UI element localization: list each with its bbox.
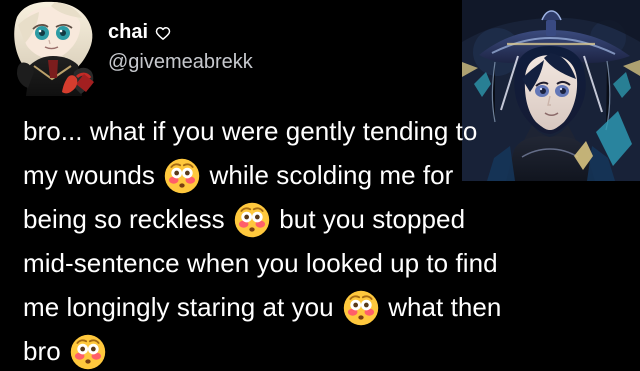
tweet-screenshot: chai @givemeabrekk bro... what if you we… xyxy=(0,0,640,371)
avatar[interactable] xyxy=(10,0,96,110)
heart-outline-icon xyxy=(154,24,172,42)
tweet-text: bro... what if you were gently tending t… xyxy=(23,109,629,371)
author-name-row: chai xyxy=(108,19,172,45)
tweet-text-segment: what then xyxy=(388,292,502,322)
display-name[interactable]: chai xyxy=(108,19,148,45)
tweet-line-4: mid-sentence when you looked up to find xyxy=(23,241,629,285)
avatar-illustration xyxy=(10,0,96,110)
tweet-text-segment: my wounds xyxy=(23,160,155,190)
username[interactable]: @givemeabrekk xyxy=(108,49,253,75)
flushed-face-emoji xyxy=(342,289,380,327)
tweet-text-segment: while scolding me for xyxy=(209,160,454,190)
tweet-line-2: my wounds while scolding me for xyxy=(23,153,629,197)
tweet-text-segment: bro xyxy=(23,336,61,366)
tweet-text-segment: bro... what if you were gently tending t… xyxy=(23,116,478,146)
tweet-text-segment: mid-sentence when you looked up to find xyxy=(23,248,498,278)
tweet-text-segment: but you stopped xyxy=(279,204,466,234)
tweet-line-3: being so reckless but you stopped xyxy=(23,197,629,241)
flushed-face-emoji xyxy=(233,201,271,239)
tweet-line-6: bro xyxy=(23,329,629,371)
tweet-line-5: me longingly staring at you what then xyxy=(23,285,629,329)
flushed-face-emoji xyxy=(69,333,107,371)
flushed-face-emoji xyxy=(163,157,201,195)
tweet-text-segment: me longingly staring at you xyxy=(23,292,334,322)
tweet-text-segment: being so reckless xyxy=(23,204,225,234)
tweet-line-1: bro... what if you were gently tending t… xyxy=(23,109,629,153)
